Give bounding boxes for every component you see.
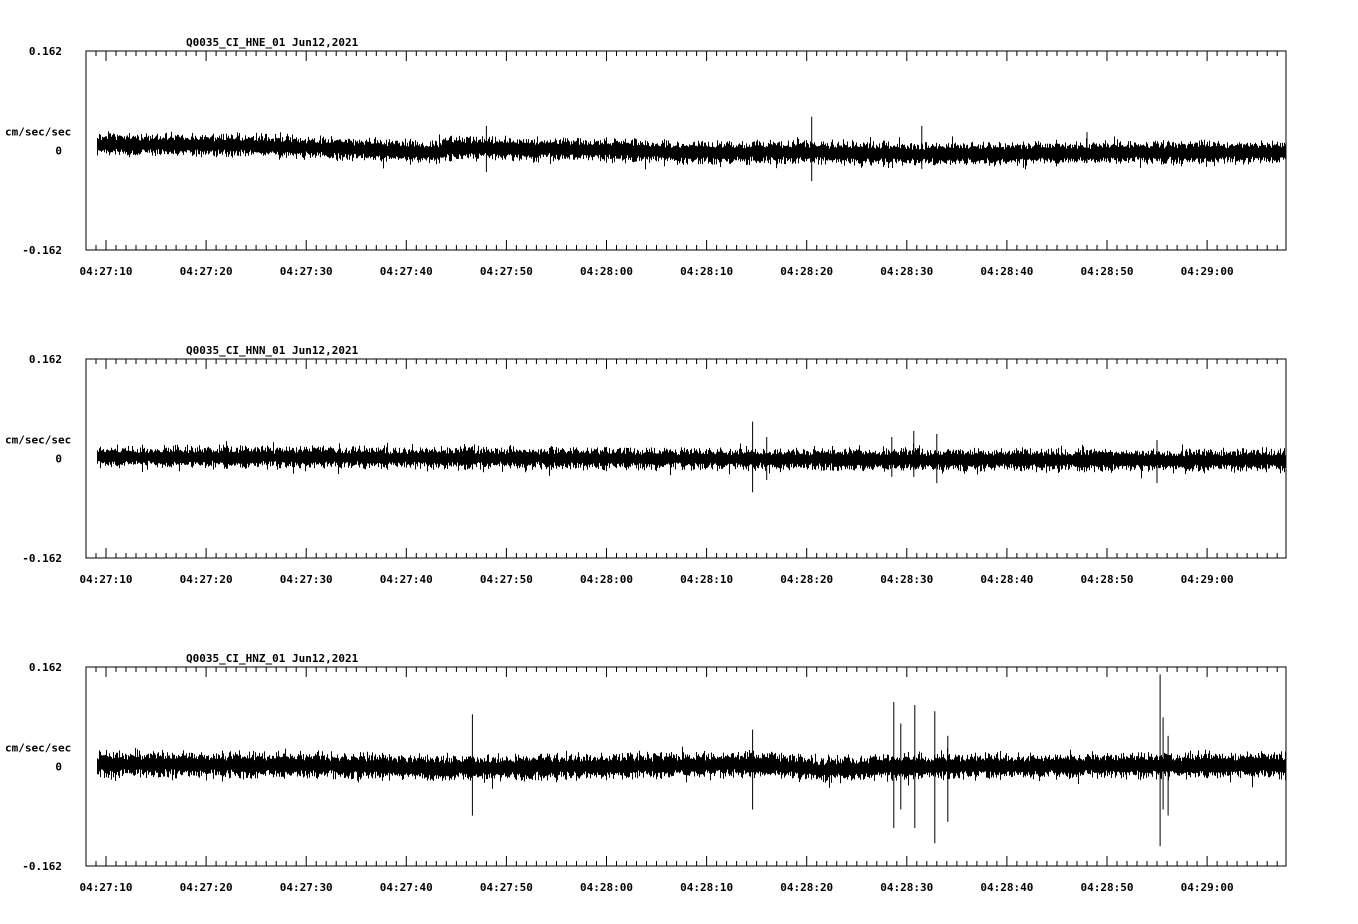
y-tick-label-zero: 0 <box>55 761 62 774</box>
y-tick-label-max: 0.162 <box>29 353 62 366</box>
x-tick-label: 04:27:20 <box>180 881 233 894</box>
waveform-trace <box>97 441 1286 479</box>
x-tick-label: 04:28:00 <box>580 265 633 278</box>
x-tick-label: 04:28:40 <box>980 573 1033 586</box>
trace-panel-1: Q0035_CI_HNE_01 Jun12,2021 0.162 0 -0.162 cm… <box>5 36 1287 278</box>
x-tick-label: 04:28:10 <box>680 265 733 278</box>
x-tick-label: 04:28:20 <box>780 573 833 586</box>
y-axis-label: cm/sec/sec <box>5 742 71 755</box>
x-tick-label: 04:27:20 <box>180 573 233 586</box>
x-tick-label: 04:27:40 <box>380 881 433 894</box>
x-tick-label: 04:28:00 <box>580 573 633 586</box>
x-tick-label: 04:28:30 <box>880 265 933 278</box>
x-tick-label: 04:28:50 <box>1081 265 1134 278</box>
trace-title: Q0035_CI_HNN_01 Jun12,2021 <box>186 344 359 357</box>
x-tick-label: 04:28:40 <box>980 265 1033 278</box>
x-tick-label: 04:27:30 <box>280 573 333 586</box>
waveform-trace <box>97 746 1286 789</box>
x-tick-label: 04:28:50 <box>1081 573 1134 586</box>
y-axis-label: cm/sec/sec <box>5 434 71 447</box>
x-tick-label: 04:28:10 <box>680 573 733 586</box>
x-tick-label: 04:27:10 <box>80 573 133 586</box>
trace-panel-2: Q0035_CI_HNN_01 Jun12,2021 0.162 0 -0.162 cm… <box>5 344 1287 586</box>
trace-title: Q0035_CI_HNZ_01 Jun12,2021 <box>186 652 359 665</box>
y-tick-label-max: 0.162 <box>29 661 62 674</box>
x-tick-label: 04:29:00 <box>1181 881 1234 894</box>
x-tick-label: 04:27:10 <box>80 265 133 278</box>
y-tick-label-min: -0.162 <box>22 244 62 257</box>
x-tick-label: 04:27:30 <box>280 265 333 278</box>
y-tick-label-min: -0.162 <box>22 552 62 565</box>
x-tick-label: 04:28:10 <box>680 881 733 894</box>
waveform-trace <box>97 131 1286 170</box>
seismogram-chart: Q0035_CI_HNE_01 Jun12,2021 0.162 0 -0.162 cm… <box>5 36 1287 894</box>
x-tick-label: 04:29:00 <box>1181 573 1234 586</box>
x-tick-label: 04:27:20 <box>180 265 233 278</box>
x-tick-label: 04:27:10 <box>80 881 133 894</box>
x-tick-label: 04:27:50 <box>480 881 533 894</box>
x-tick-label: 04:28:20 <box>780 881 833 894</box>
x-tick-label: 04:27:40 <box>380 265 433 278</box>
y-tick-label-zero: 0 <box>55 145 62 158</box>
x-tick-label: 04:27:40 <box>380 573 433 586</box>
x-tick-label: 04:28:20 <box>780 265 833 278</box>
x-tick-label: 04:28:50 <box>1081 881 1134 894</box>
x-tick-label: 04:27:50 <box>480 265 533 278</box>
x-tick-label: 04:28:30 <box>880 881 933 894</box>
x-tick-label: 04:27:50 <box>480 573 533 586</box>
y-tick-label-max: 0.162 <box>29 45 62 58</box>
x-tick-label: 04:29:00 <box>1181 265 1234 278</box>
x-tick-label: 04:27:30 <box>280 881 333 894</box>
y-tick-label-min: -0.162 <box>22 860 62 873</box>
x-tick-label: 04:28:40 <box>980 881 1033 894</box>
x-tick-label: 04:28:00 <box>580 881 633 894</box>
y-axis-label: cm/sec/sec <box>5 126 71 139</box>
x-tick-label: 04:28:30 <box>880 573 933 586</box>
trace-panel-3: Q0035_CI_HNZ_01 Jun12,2021 0.162 0 -0.162 cm… <box>5 652 1287 894</box>
trace-title: Q0035_CI_HNE_01 Jun12,2021 <box>186 36 359 49</box>
y-tick-label-zero: 0 <box>55 453 62 466</box>
